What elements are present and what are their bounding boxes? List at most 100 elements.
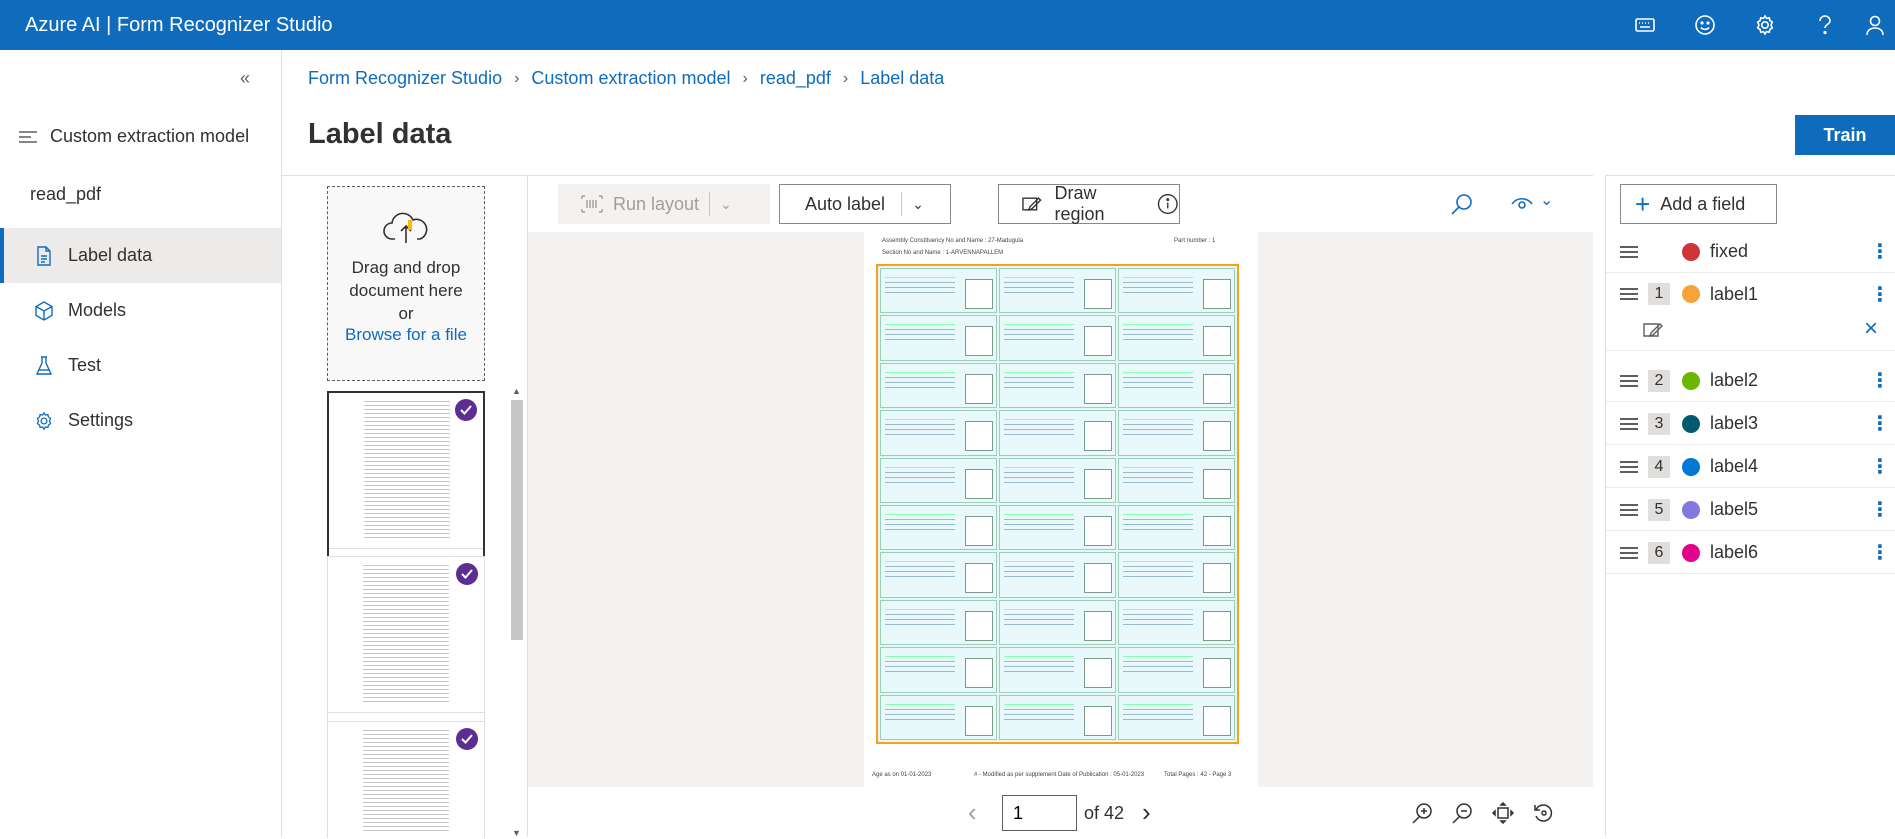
field-name: label2: [1710, 370, 1759, 390]
layout-icon: [581, 195, 603, 213]
drag-handle-icon[interactable]: [1620, 288, 1638, 303]
field-row-label4[interactable]: 4 label4 ⋮: [1606, 446, 1895, 488]
field-color-dot: [1682, 242, 1700, 261]
chevron-down-icon[interactable]: ⌄: [720, 196, 732, 213]
more-options-icon[interactable]: ⋮: [1870, 540, 1890, 565]
more-options-icon[interactable]: ⋮: [1870, 497, 1890, 522]
field-name: label6: [1710, 542, 1759, 562]
auto-label-button[interactable]: Auto label ⌄: [779, 184, 951, 224]
check-icon: [456, 563, 478, 585]
draw-region-icon[interactable]: [1642, 320, 1664, 340]
breadcrumb-item[interactable]: Form Recognizer Studio: [308, 68, 502, 89]
check-icon: [455, 399, 477, 421]
header-icons: [1615, 0, 1895, 50]
more-options-icon[interactable]: ⋮: [1870, 411, 1890, 436]
zoom-out-icon[interactable]: [1452, 802, 1474, 824]
feedback-icon[interactable]: [1675, 0, 1735, 50]
sidebar-item-label-data[interactable]: Label data: [0, 228, 281, 283]
search-icon[interactable]: [1450, 192, 1474, 216]
drag-handle-icon[interactable]: [1620, 246, 1638, 261]
field-number: 6: [1648, 541, 1670, 564]
labeled-table-region[interactable]: [876, 264, 1239, 744]
chevron-right-icon: ›: [742, 69, 748, 87]
sidebar-item-settings[interactable]: Settings: [0, 393, 281, 448]
thumbnail-preview: [328, 722, 484, 839]
sidebar-item-models[interactable]: Models: [0, 283, 281, 338]
chevron-down-icon[interactable]: ⌄: [1540, 190, 1553, 210]
sidebar: « Custom extraction model read_pdf Label…: [0, 50, 282, 837]
scroll-up-icon[interactable]: ▲: [512, 386, 521, 396]
cloud-upload-icon: [383, 212, 428, 243]
breadcrumb-item[interactable]: Custom extraction model: [531, 68, 730, 89]
doc-footer-right: Total Pages : 42 - Page 3: [1164, 772, 1232, 778]
thumbnail-preview: [328, 557, 484, 712]
flask-icon: [35, 355, 53, 375]
gear-icon[interactable]: [1735, 0, 1795, 50]
draw-region-button[interactable]: Draw region: [998, 183, 1180, 224]
sidebar-item-label: Test: [68, 355, 102, 375]
browse-file-link[interactable]: Browse for a file: [328, 325, 484, 345]
file-thumbnail[interactable]: AP_Anakapalli_Ma...: [327, 556, 485, 743]
drag-handle-icon[interactable]: [1620, 461, 1638, 476]
add-field-label: Add a field: [1660, 193, 1746, 214]
upload-text-line3: or: [398, 304, 414, 323]
chevron-down-icon[interactable]: ⌄: [912, 196, 924, 213]
zoom-in-icon[interactable]: [1412, 802, 1434, 824]
file-thumbnail[interactable]: [327, 721, 485, 838]
drag-handle-icon[interactable]: [1620, 504, 1638, 519]
sidebar-item-label: Settings: [68, 410, 134, 430]
field-name: fixed: [1710, 241, 1749, 261]
field-row-label2[interactable]: 2 label2 ⋮: [1606, 360, 1895, 402]
sidebar-item-label: Label data: [68, 245, 153, 265]
field-label1-region-row: ×: [1606, 309, 1895, 351]
sidebar-item-test[interactable]: Test: [0, 338, 281, 393]
field-number: 4: [1648, 455, 1670, 478]
field-row-label5[interactable]: 5 label5 ⋮: [1606, 489, 1895, 531]
more-options-icon[interactable]: ⋮: [1870, 368, 1890, 393]
collapse-sidebar-icon[interactable]: «: [240, 68, 250, 89]
more-options-icon[interactable]: ⋮: [1870, 239, 1890, 264]
chevron-left-icon[interactable]: ‹: [968, 797, 977, 828]
cube-icon: [35, 300, 53, 321]
fit-page-icon[interactable]: [1492, 802, 1514, 824]
scrollbar-thumb[interactable]: [511, 400, 523, 640]
doc-header-right: Part number : 1: [1174, 238, 1216, 244]
field-row-label6[interactable]: 6 label6 ⋮: [1606, 532, 1895, 574]
rotate-icon[interactable]: [1532, 802, 1554, 824]
more-options-icon[interactable]: ⋮: [1870, 282, 1890, 307]
upload-dropzone[interactable]: Drag and drop document here or Browse fo…: [327, 186, 485, 381]
gear-icon: [36, 411, 52, 430]
field-row-fixed[interactable]: fixed ⋮: [1606, 231, 1895, 273]
field-row-label3[interactable]: 3 label3 ⋮: [1606, 403, 1895, 445]
eye-icon[interactable]: [1510, 194, 1534, 214]
add-field-button[interactable]: + Add a field: [1620, 184, 1777, 224]
help-icon[interactable]: [1795, 0, 1855, 50]
drag-handle-icon[interactable]: [1620, 375, 1638, 390]
field-number: 2: [1648, 369, 1670, 392]
document-page: Assembly Constituency No and Name : 27-M…: [864, 232, 1258, 787]
chevron-right-icon[interactable]: ›: [1142, 797, 1151, 828]
train-button[interactable]: Train: [1795, 115, 1895, 155]
field-name: label4: [1710, 456, 1759, 476]
run-layout-button[interactable]: Run layout ⌄: [558, 184, 770, 224]
page-number-input[interactable]: [1002, 795, 1077, 831]
chevron-right-icon: ›: [514, 69, 520, 87]
field-color-dot: [1682, 414, 1700, 433]
sidebar-model-header[interactable]: Custom extraction model: [18, 126, 249, 147]
file-thumbnail[interactable]: AP_Anakapalli_Ma...: [327, 391, 485, 580]
more-options-icon[interactable]: ⋮: [1870, 454, 1890, 479]
page-total: of 42: [1084, 803, 1125, 823]
top-bar: Azure AI | Form Recognizer Studio: [0, 0, 1895, 50]
doc-footer-mid: # - Modified as per supplement Date of P…: [974, 772, 1145, 778]
file-list-scrollbar[interactable]: ▲ ▼: [508, 386, 524, 838]
breadcrumb-item[interactable]: read_pdf: [760, 68, 831, 89]
account-icon[interactable]: [1855, 0, 1895, 50]
drag-handle-icon[interactable]: [1620, 547, 1638, 562]
info-icon[interactable]: [1157, 193, 1179, 215]
doc-footer-left: Age as on 01-01-2023: [872, 772, 932, 778]
breadcrumb-item[interactable]: Label data: [860, 68, 944, 89]
close-icon[interactable]: ×: [1864, 315, 1878, 343]
drag-handle-icon[interactable]: [1620, 418, 1638, 433]
keyboard-icon[interactable]: [1615, 0, 1675, 50]
field-number: 5: [1648, 498, 1670, 521]
